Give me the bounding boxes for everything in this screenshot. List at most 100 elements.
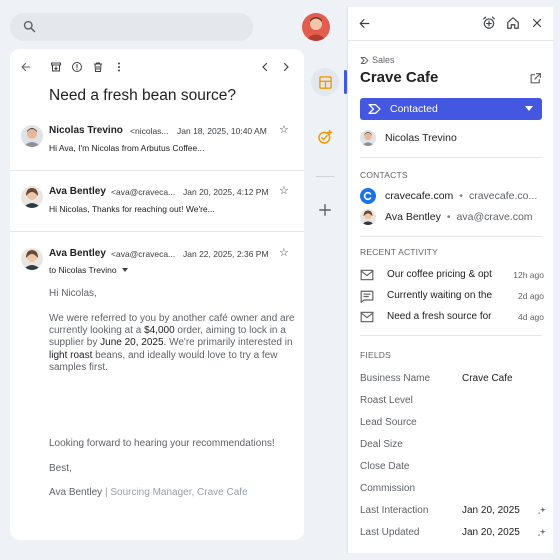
back-arrow-icon[interactable]: [18, 59, 34, 75]
sparkle-icon: [537, 506, 547, 516]
signature-title: | Sourcing Manager, Crave Cafe: [102, 487, 248, 498]
message-collapsed[interactable]: Ava Bentley <ava@craveca... Jan 20, 2025…: [10, 182, 304, 230]
avatar: [360, 130, 376, 146]
activity-item[interactable]: Our coffee pricing & opt 12h ago: [360, 267, 544, 283]
field-roast-level[interactable]: Roast Level: [360, 395, 544, 409]
back-arrow-icon[interactable]: [358, 17, 371, 30]
pipeline-icon: [368, 103, 381, 115]
stage-label: Contacted: [390, 103, 438, 115]
more-options-icon[interactable]: [111, 59, 127, 75]
recipient-text: to Nicolas Trevino: [49, 265, 117, 275]
archive-icon[interactable]: [48, 59, 64, 75]
message-date: Jan 18, 2025, 10:40 AM: [177, 126, 267, 136]
contact-row[interactable]: Ava Bentley • ava@crave.com: [360, 208, 550, 226]
activity-item[interactable]: Currently waiting on the 2d ago: [360, 288, 544, 304]
crm-side-panel: Sales Crave Cafe Contacted Nicolas Trevi…: [347, 7, 554, 553]
field-lead-source[interactable]: Lead Source: [360, 417, 544, 431]
open-external-icon[interactable]: [529, 72, 542, 85]
home-icon[interactable]: [506, 16, 520, 30]
message-date: Jan 20, 2025, 4:12 PM: [183, 187, 269, 197]
layout-icon: [318, 75, 333, 90]
contact-name: Ava Bentley: [385, 211, 441, 223]
sender-name: Ava Bentley: [49, 186, 106, 197]
sender-name: Nicolas Trevino: [49, 125, 123, 136]
separator-dot: •: [446, 211, 451, 223]
avatar: [21, 125, 43, 147]
search-bar[interactable]: [10, 13, 253, 41]
product-highlight: light roast: [49, 349, 93, 361]
crm-panel-button[interactable]: [311, 68, 339, 96]
tasks-button[interactable]: [311, 123, 339, 151]
field-deal-size[interactable]: Deal Size: [360, 439, 544, 453]
star-icon[interactable]: ☆: [279, 184, 289, 197]
divider: [10, 231, 304, 232]
add-addon-button[interactable]: [311, 196, 339, 224]
owner-name: Nicolas Trevino: [385, 132, 457, 144]
breadcrumb-label: Sales: [372, 55, 395, 65]
chevron-right-icon[interactable]: [278, 59, 294, 75]
report-spam-icon[interactable]: [69, 59, 85, 75]
chevron-down-icon[interactable]: [121, 268, 128, 272]
amount-highlight: $4,000: [144, 325, 175, 337]
search-icon: [22, 19, 37, 34]
sparkle-icon: [537, 528, 547, 538]
divider: [10, 170, 304, 171]
activity-text: Our coffee pricing & opt: [387, 269, 492, 280]
activity-item[interactable]: Need a fresh source for 4d ago: [360, 309, 544, 325]
sender-address: <ava@craveca...: [111, 187, 176, 197]
breadcrumb[interactable]: Sales: [360, 55, 395, 65]
avatar: [21, 186, 43, 208]
contact-name: cravecafe.com: [385, 190, 454, 202]
email-subject: Need a fresh bean source?: [49, 87, 236, 104]
activity-time: 4d ago: [518, 312, 544, 322]
trash-icon[interactable]: [90, 59, 106, 75]
message-collapsed[interactable]: Nicolas Trevino <nicolas... Jan 18, 2025…: [10, 121, 304, 169]
message-paragraph: Looking forward to hearing your recommen…: [49, 438, 275, 449]
star-icon[interactable]: ☆: [279, 123, 289, 136]
pipeline-icon: [360, 56, 369, 65]
contact-row[interactable]: cravecafe.com • cravecafe.co...: [360, 187, 550, 205]
company-logo-icon: [360, 188, 376, 204]
signature: Ava Bentley | Sourcing Manager, Crave Ca…: [49, 487, 299, 499]
star-icon[interactable]: ☆: [279, 246, 289, 259]
message-snippet: Hi Ava, I'm Nicolas from Arbutus Coffee.…: [49, 143, 205, 153]
stage-dropdown[interactable]: Contacted: [360, 98, 542, 120]
field-business-name[interactable]: Business Name Crave Cafe: [360, 373, 544, 387]
divider: [360, 157, 542, 158]
divider: [348, 40, 554, 41]
message-snippet: Hi Nicolas, Thanks for reaching out! We'…: [49, 204, 215, 214]
chevron-left-icon[interactable]: [257, 59, 273, 75]
mail-icon: [360, 269, 374, 281]
activity-time: 2d ago: [518, 291, 544, 301]
date-highlight: June 20, 2025: [100, 337, 164, 349]
avatar: [21, 248, 43, 270]
activity-heading: RECENT ACTIVITY: [360, 247, 438, 257]
closing: Best,: [49, 463, 72, 474]
activity-text: Need a fresh source for: [387, 311, 492, 322]
fields-heading: FIELDS: [360, 350, 391, 360]
field-last-updated[interactable]: Last Updated Jan 20, 2025: [360, 527, 547, 541]
separator-dot: •: [459, 190, 463, 202]
signature-name: Ava Bentley: [49, 487, 103, 498]
activity-time: 12h ago: [513, 270, 544, 280]
contacts-heading: CONTACTS: [360, 170, 408, 180]
message-date: Jan 22, 2025, 2:36 PM: [183, 249, 269, 259]
note-icon: [360, 290, 374, 303]
field-close-date[interactable]: Close Date: [360, 461, 544, 475]
owner-row[interactable]: Nicolas Trevino: [360, 129, 457, 147]
recipient-line[interactable]: to Nicolas Trevino: [49, 265, 128, 275]
plus-icon: [318, 203, 332, 217]
rail-divider: [316, 176, 334, 177]
field-last-interaction[interactable]: Last Interaction Jan 20, 2025: [360, 505, 547, 519]
account-avatar[interactable]: [302, 13, 330, 41]
avatar: [360, 209, 376, 225]
alarm-add-icon[interactable]: [482, 16, 496, 30]
close-icon[interactable]: [531, 17, 543, 29]
message-expanded: Ava Bentley <ava@craveca... Jan 22, 2025…: [10, 244, 304, 524]
divider: [360, 335, 542, 336]
message-paragraph: We were referred to you by another café …: [49, 313, 295, 373]
task-add-icon: [317, 129, 333, 145]
field-commission[interactable]: Commission: [360, 483, 544, 497]
sender-address: <nicolas...: [130, 126, 169, 136]
caret-down-icon: [525, 106, 533, 111]
